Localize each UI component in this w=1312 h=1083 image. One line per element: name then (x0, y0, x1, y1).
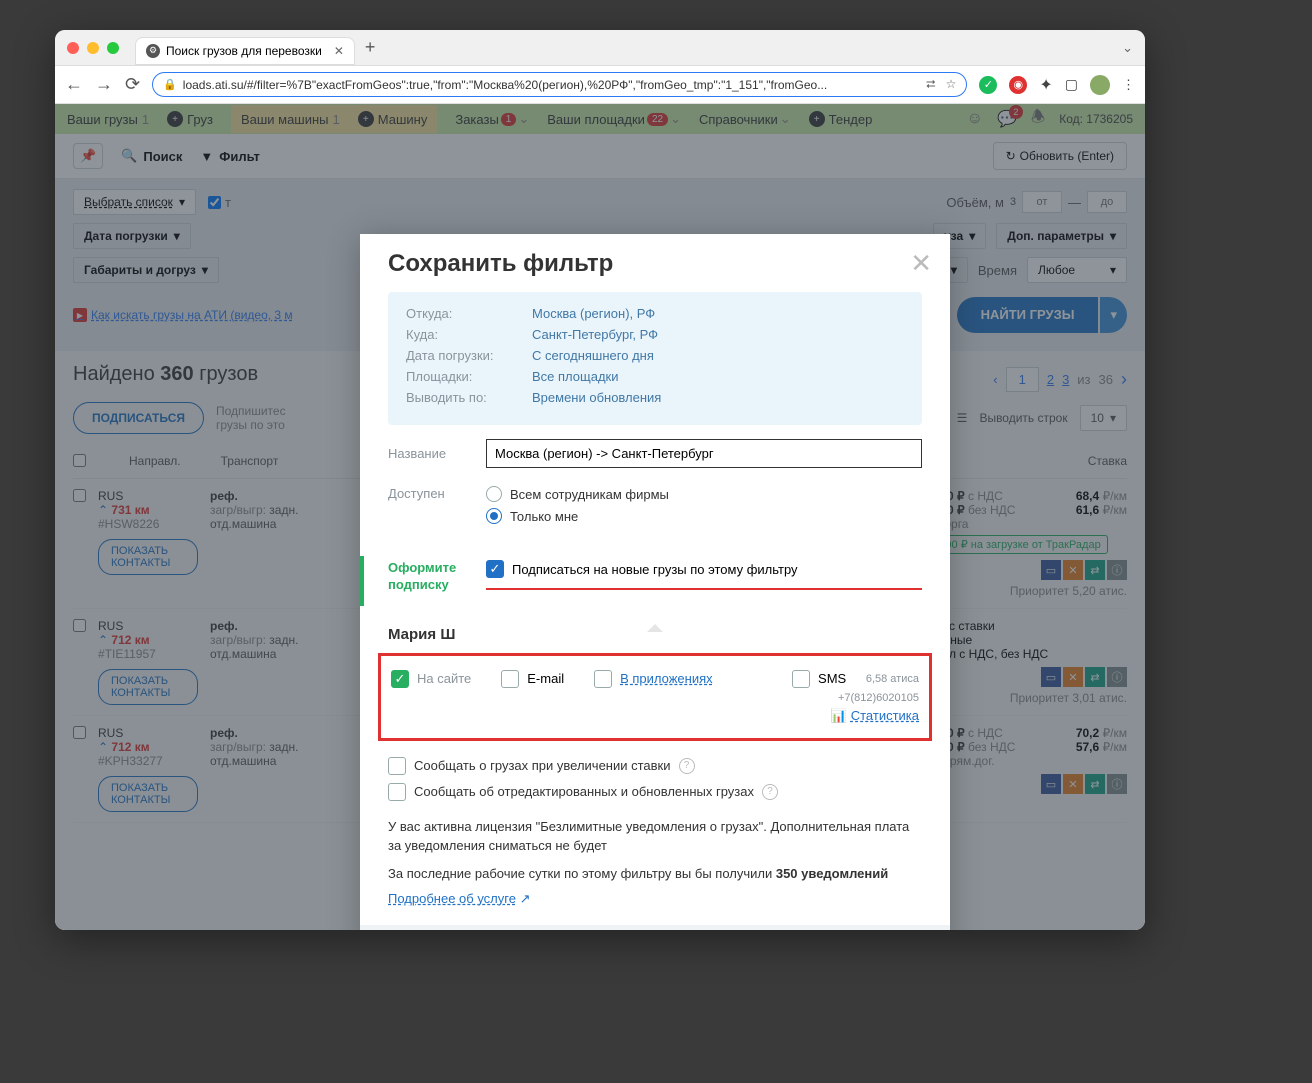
minimize-icon[interactable] (87, 42, 99, 54)
chevron-down-icon[interactable]: ⌄ (1122, 40, 1133, 56)
tab-close-icon[interactable]: ✕ (334, 44, 344, 58)
new-tab-button[interactable]: + (365, 37, 376, 58)
maximize-icon[interactable] (107, 42, 119, 54)
subscribe-section: Оформите подписку ✓ Подписаться на новые… (360, 546, 950, 616)
forward-button[interactable]: → (95, 74, 113, 95)
last-day-text: За последние рабочие сутки по этому филь… (360, 860, 950, 888)
extension-icon[interactable]: ✓ (979, 76, 997, 94)
back-button[interactable]: ← (65, 74, 83, 95)
tab-title: Поиск грузов для перевозки (166, 44, 322, 58)
extension-icon[interactable]: ◉ (1009, 76, 1027, 94)
modal-footer: СОХРАНИТЬ Отмена (360, 925, 950, 930)
channel-email[interactable]: E-mail (501, 670, 564, 688)
notify-edit-checkbox[interactable]: Сообщать об отредактированных и обновлен… (360, 779, 950, 805)
address-bar[interactable]: 🔒 loads.ati.su/#/filter=%7B"exactFromGeo… (152, 72, 967, 97)
translate-icon[interactable]: ⮂ (926, 77, 936, 92)
channel-site[interactable]: ✓На сайте (391, 670, 471, 688)
star-icon[interactable]: ☆ (946, 77, 957, 92)
browser-toolbar: ← → ⟳ 🔒 loads.ati.su/#/filter=%7B"exactF… (55, 66, 1145, 104)
menu-icon[interactable]: ⋮ (1122, 77, 1135, 93)
channel-sms[interactable]: SMS 6,58 атиса (792, 670, 919, 688)
filter-summary: Откуда:Москва (регион), РФ Куда:Санкт-Пе… (388, 292, 922, 425)
help-icon[interactable]: ? (679, 758, 695, 774)
channels-box: ✓На сайте E-mail В приложениях SMS 6,58 … (378, 653, 932, 741)
avatar[interactable] (1090, 75, 1110, 95)
close-icon[interactable] (67, 42, 79, 54)
avail-me-radio[interactable]: Только мне (486, 508, 669, 524)
help-icon[interactable]: ? (762, 784, 778, 800)
avail-all-radio[interactable]: Всем сотрудникам фирмы (486, 486, 669, 502)
url-text: loads.ati.su/#/filter=%7B"exactFromGeos"… (183, 78, 827, 92)
more-link[interactable]: Подробнее об услуге (388, 891, 516, 906)
close-icon[interactable]: ✕ (910, 248, 932, 279)
save-filter-modal: Сохранить фильтр ✕ Откуда:Москва (регион… (360, 234, 950, 930)
license-text: У вас активна лицензия "Безлимитные увед… (360, 805, 950, 860)
channel-app[interactable]: В приложениях (594, 670, 713, 688)
modal-title: Сохранить фильтр (388, 250, 922, 278)
reload-button[interactable]: ⟳ (125, 74, 140, 95)
subscribe-checkbox[interactable]: ✓ (486, 560, 504, 578)
lock-icon: 🔒 (163, 78, 177, 91)
stats-link[interactable]: 📊Статистика (792, 708, 919, 724)
browser-tab[interactable]: ⚙ Поиск грузов для перевозки ✕ (135, 37, 355, 65)
extensions-icon[interactable]: ✦ (1039, 75, 1052, 95)
sidebar-icon[interactable]: ▢ (1065, 76, 1078, 93)
window-titlebar: ⚙ Поиск грузов для перевозки ✕ + ⌄ (55, 30, 1145, 66)
favicon-icon: ⚙ (146, 44, 160, 58)
notify-rate-checkbox[interactable]: Сообщать о грузах при увеличении ставки? (360, 753, 950, 779)
filter-name-input[interactable] (486, 439, 922, 468)
